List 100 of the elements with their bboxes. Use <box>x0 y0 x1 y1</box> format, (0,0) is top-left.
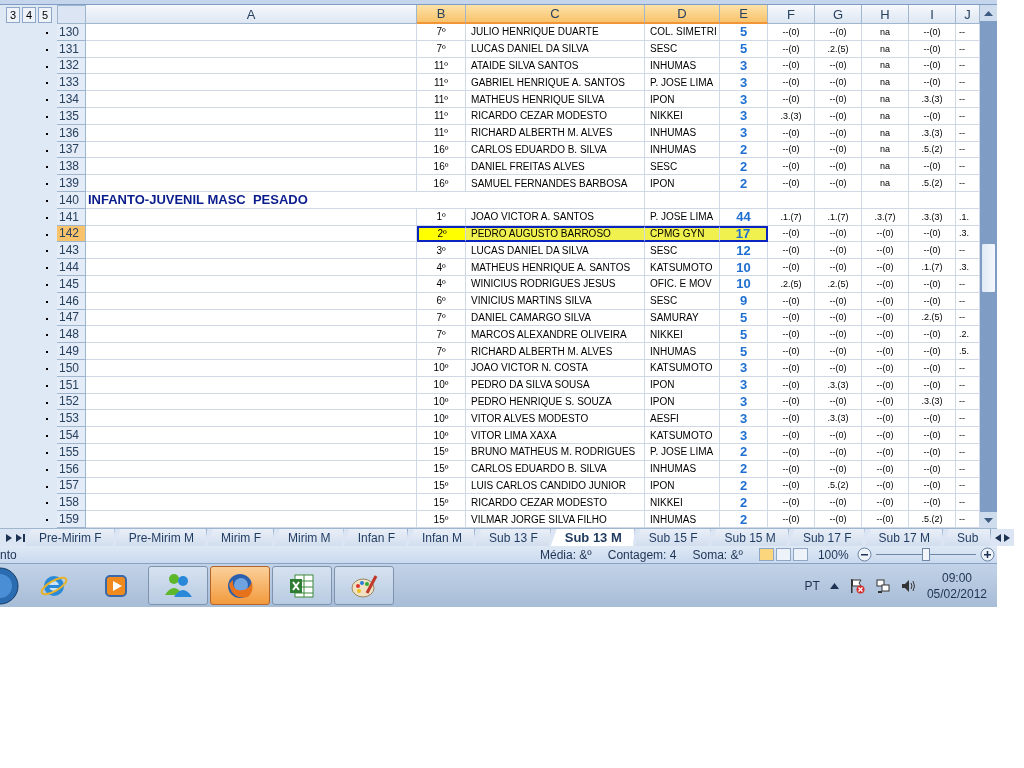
name-cell: RICARDO CEZAR MODESTO <box>466 108 645 125</box>
row-header[interactable]: 149 <box>57 343 86 360</box>
result-cell: --(0) <box>909 326 956 344</box>
result-cell: --(0) <box>768 40 815 58</box>
result-cell: --(0) <box>909 359 956 377</box>
row-header[interactable]: 139 <box>57 175 86 192</box>
score-cell: 5 <box>720 309 768 327</box>
sheet-tab[interactable]: Sub <box>942 529 992 546</box>
column-header[interactable]: C <box>466 5 645 24</box>
row-header[interactable]: 148 <box>57 326 86 344</box>
sheet-tab[interactable]: Infan M <box>408 529 475 546</box>
score-cell: 3 <box>720 359 768 377</box>
club-cell: INHUMAS <box>645 141 720 159</box>
zoom-in-icon[interactable] <box>979 547 995 562</box>
result-cell: --(0) <box>768 359 815 377</box>
result-cell: --(0) <box>815 225 862 243</box>
result-cell: --(0) <box>815 494 862 512</box>
place-cell: 15º <box>417 494 466 512</box>
row-header[interactable]: 134 <box>57 91 86 108</box>
row-header[interactable]: 143 <box>57 242 86 260</box>
club-cell: IPON <box>645 91 720 108</box>
down-arrow-icon[interactable] <box>984 517 993 523</box>
column-header[interactable]: D <box>645 5 720 24</box>
column-header[interactable]: E <box>720 5 768 24</box>
up-arrow-icon[interactable] <box>984 10 993 16</box>
sheet-tab[interactable]: Infan F <box>343 529 408 546</box>
place-cell: 6º <box>417 292 466 310</box>
result-cell: .3.(3) <box>909 208 956 226</box>
result-cell: --(0) <box>768 91 815 108</box>
vertical-scrollbar[interactable] <box>980 5 997 528</box>
club-cell: IPON <box>645 477 720 495</box>
sheet-tab[interactable]: Sub 15 M <box>710 529 789 546</box>
column-header[interactable]: A <box>86 5 417 24</box>
taskbar-button[interactable] <box>210 566 270 605</box>
zoom-level[interactable]: 100% <box>817 547 849 562</box>
score-cell: 2 <box>720 477 768 495</box>
club-cell: SESC <box>645 292 720 310</box>
result-cell: --(0) <box>909 74 956 92</box>
next-sheet-icon[interactable] <box>6 533 12 542</box>
taskbar-button[interactable] <box>272 566 332 605</box>
result-cell: --(0) <box>768 410 815 428</box>
taskbar-button[interactable] <box>334 566 394 605</box>
sheet-tab[interactable]: Pre-Mirim F <box>25 529 115 546</box>
row-header[interactable]: 159 <box>57 511 86 528</box>
zoom-slider[interactable] <box>875 548 976 561</box>
up-arrow-icon[interactable] <box>829 582 839 589</box>
row-header[interactable]: 133 <box>57 74 86 92</box>
name-cell: VITOR ALVES MODESTO <box>466 410 645 428</box>
sheet-tab[interactable]: Sub 17 F <box>788 529 865 546</box>
result-cell: --(0) <box>862 393 909 411</box>
last-sheet-icon[interactable] <box>16 533 25 542</box>
scroll-left-icon[interactable] <box>995 533 1002 542</box>
sheet-tab[interactable]: Pre-Mirim M <box>114 529 207 546</box>
clock[interactable]: 09:00 05/02/2012 <box>926 569 987 602</box>
place-cell: 10º <box>417 410 466 428</box>
zoom-out-icon[interactable] <box>856 547 872 562</box>
row-header[interactable]: 144 <box>57 259 86 276</box>
sheet-tab[interactable]: Mirim M <box>273 529 344 546</box>
place-cell: 15º <box>417 460 466 478</box>
result-cell: --(0) <box>815 460 862 478</box>
column-header[interactable]: H <box>862 5 909 24</box>
sheet-tab[interactable]: Mirim F <box>207 529 274 546</box>
zoom-thumb[interactable] <box>921 548 930 561</box>
name-cell: VILMAR JORGE SILVA FILHO <box>466 511 645 528</box>
result-cell: --(0) <box>815 326 862 344</box>
column-header[interactable]: F <box>768 5 815 24</box>
outline-level-button[interactable]: 3 <box>6 6 20 23</box>
flag-icon[interactable] <box>848 577 865 594</box>
language-indicator[interactable]: PT <box>804 578 820 593</box>
scroll-right-icon[interactable] <box>1004 533 1011 542</box>
row-header[interactable]: 154 <box>57 427 86 444</box>
scrollbar-thumb[interactable] <box>981 243 996 293</box>
result-cell: .1.(7) <box>909 259 956 276</box>
start-button[interactable] <box>0 566 22 605</box>
result-cell: --(0) <box>909 57 956 75</box>
club-cell: OFIC. E MOV <box>645 275 720 293</box>
network-icon[interactable] <box>874 577 891 594</box>
sheet-tab[interactable]: Sub 13 F <box>475 529 551 546</box>
row-header[interactable]: 153 <box>57 410 86 428</box>
score-cell: 2 <box>720 511 768 528</box>
column-header[interactable]: J <box>956 5 980 24</box>
sheet-tab[interactable]: Sub 17 M <box>864 529 943 546</box>
result-cell: na <box>862 24 909 41</box>
row-header[interactable]: 130 <box>57 24 86 41</box>
row-header[interactable]: 138 <box>57 158 86 176</box>
column-header[interactable]: I <box>909 5 956 24</box>
outline-level-button[interactable]: 5 <box>38 6 52 23</box>
column-header[interactable]: B <box>417 5 466 24</box>
sheet-tab[interactable]: Sub 13 M <box>550 529 635 546</box>
taskbar-button[interactable] <box>148 566 208 605</box>
name-cell: JULIO HENRIQUE DUARTE <box>466 24 645 41</box>
clock-time: 09:00 <box>941 569 972 586</box>
club-cell: INHUMAS <box>645 343 720 360</box>
outline-level-button[interactable]: 4 <box>22 6 36 23</box>
result-cell: --(0) <box>768 175 815 192</box>
sheet-tab[interactable]: Sub 15 F <box>634 529 711 546</box>
column-header[interactable]: G <box>815 5 862 24</box>
row-header[interactable]: 158 <box>57 494 86 512</box>
place-cell: 7º <box>417 343 466 360</box>
result-cell: --(0) <box>768 477 815 495</box>
